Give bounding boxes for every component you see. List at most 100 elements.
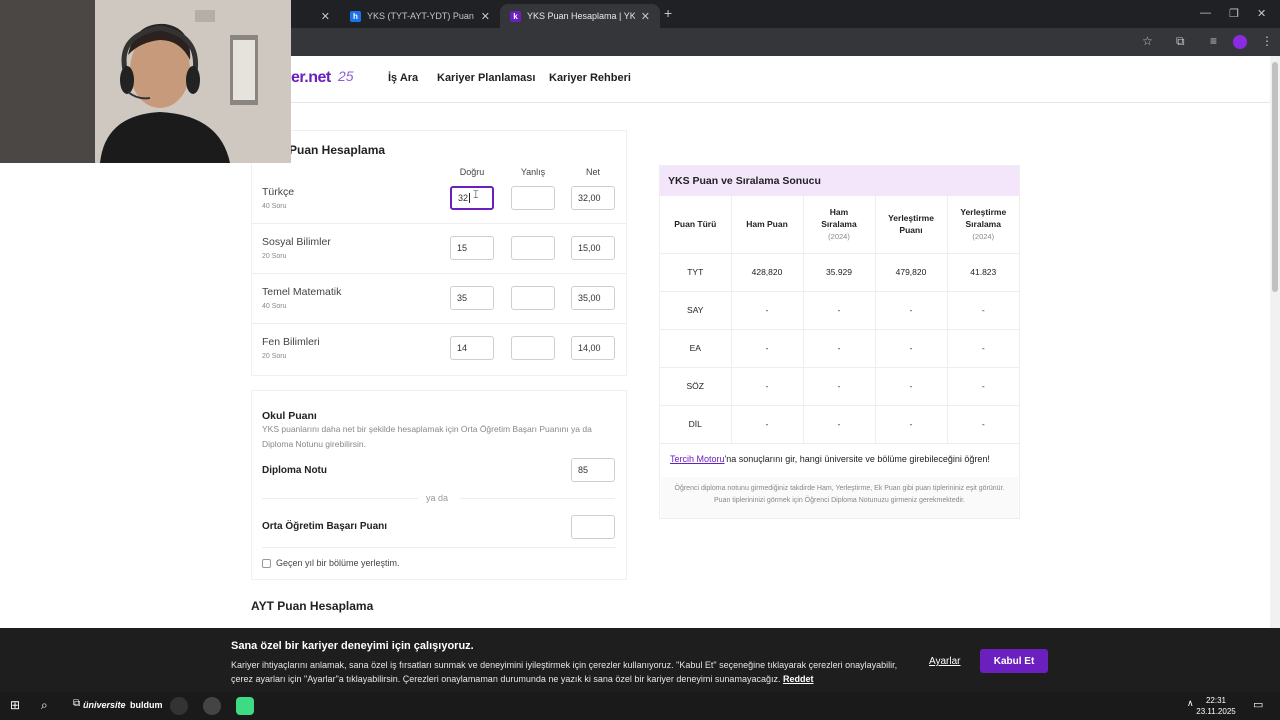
divider (262, 547, 616, 548)
bookmark-star-icon[interactable]: ☆ (1142, 34, 1153, 48)
maximize-icon[interactable]: ❐ (1229, 7, 1239, 20)
okul-description: YKS puanlarını daha net bir şekilde hesa… (262, 424, 592, 449)
placed-last-year-checkbox[interactable] (262, 559, 271, 568)
close-window-icon[interactable]: ✕ (1257, 7, 1266, 20)
clock-time: 22:31 (1205, 696, 1227, 705)
tray-chevron-icon[interactable]: ∧ (1187, 698, 1194, 709)
header-year: (2024) (972, 231, 995, 241)
result-card: YKS Puan ve Sıralama Sonucu Puan Türü Ha… (659, 165, 1020, 519)
subject-name: Temel Matematik (262, 286, 342, 298)
yanlis-input[interactable] (511, 186, 555, 210)
yanlis-input[interactable] (511, 236, 555, 260)
extensions-icon[interactable]: ⧉ (1176, 34, 1185, 49)
taskbar-clock[interactable]: 22:31 23.11.2025 (1196, 695, 1236, 717)
nav-kariyer-planlamasi[interactable]: Kariyer Planlaması (437, 72, 535, 84)
result-row: DİL - - - - (660, 405, 1019, 444)
browser-menu-icon[interactable]: ⋮ (1261, 34, 1273, 48)
okul-title: Okul Puanı (262, 410, 317, 422)
result-cell: SÖZ (660, 367, 732, 406)
result-col-header: Ham Sıralama (2024) (803, 196, 876, 254)
tercih-motoru-link[interactable]: Tercih Motoru (670, 454, 725, 464)
result-col-header: Yerleştirme Puanı (875, 196, 948, 254)
obp-input[interactable] (571, 515, 615, 539)
subject-questions: 40 Soru (262, 203, 287, 210)
scrollbar-thumb[interactable] (1272, 62, 1278, 292)
browser-tab-active[interactable]: k YKS Puan Hesaplama | YKS (TY ✕ (500, 4, 660, 28)
result-cell: 479,820 (875, 253, 948, 292)
checkbox-label: Geçen yıl bir bölüme yerleştim. (276, 558, 400, 568)
ibeam-cursor-icon: 𝙸 (472, 189, 480, 201)
clock-date: 23.11.2025 (1196, 707, 1236, 716)
close-tab-icon[interactable]: ✕ (641, 10, 650, 23)
browser-tab[interactable]: h YKS (TYT-AYT-YDT) Puan Hesap ✕ (340, 4, 500, 28)
result-row: EA - - - - (660, 329, 1019, 368)
close-tab-icon[interactable]: ✕ (481, 10, 490, 23)
notification-icon[interactable]: ▭ (1253, 698, 1263, 711)
obp-label: Orta Öğretim Başarı Puanı (262, 521, 388, 532)
result-cell: EA (660, 329, 732, 368)
close-tab-icon[interactable]: ✕ (321, 10, 330, 23)
net-output: 14,00 (571, 336, 615, 360)
result-cell: - (875, 291, 948, 330)
result-cell: - (803, 367, 876, 406)
net-output: 35,00 (571, 286, 615, 310)
tab-title: YKS (TYT-AYT-YDT) Puan Hesap (367, 11, 475, 21)
subject-row: Türkçe 40 Soru 32 𝙸 32,00 (251, 174, 627, 224)
webcam-person-image (0, 0, 291, 163)
webcam-overlay (0, 0, 291, 163)
result-cell: - (875, 367, 948, 406)
result-row: SÖZ - - - - (660, 367, 1019, 406)
app-icon[interactable] (170, 697, 188, 715)
result-cell: - (875, 405, 948, 444)
media-icon[interactable]: ≡ (1210, 34, 1217, 48)
app-icon[interactable] (236, 697, 254, 715)
dogru-value: 32 (458, 193, 469, 203)
tercih-note: Tercih Motoru'na sonuçlarını gir, hangi … (670, 454, 990, 464)
windows-start-icon[interactable]: ⊞ (10, 698, 20, 712)
search-icon[interactable]: ⌕ (41, 698, 48, 713)
dogru-input[interactable]: 14 (450, 336, 494, 360)
cookie-settings-link[interactable]: Ayarlar (929, 656, 961, 667)
tab-title: YKS Puan Hesaplama | YKS (TY (527, 11, 635, 21)
header-label: Puan Türü (674, 219, 717, 230)
tab-favicon-icon: k (510, 10, 521, 22)
overlay-text: üniversite (83, 700, 126, 710)
task-view-icon[interactable]: ⧉ (73, 698, 80, 709)
profile-avatar-icon[interactable] (1233, 35, 1247, 49)
nav-is-ara[interactable]: İş Ara (388, 72, 418, 84)
cookie-accept-button[interactable]: Kabul Et (980, 649, 1048, 673)
result-cell: - (947, 291, 1019, 330)
nav-kariyer-rehberi[interactable]: Kariyer Rehberi (549, 72, 631, 84)
site-logo[interactable]: er.net (291, 69, 331, 87)
header-label: Ham Puan (746, 219, 788, 230)
result-cell: - (803, 291, 876, 330)
browser-tab[interactable]: ✕ (290, 4, 340, 28)
header-label: Yerleştirme Sıralama (960, 206, 1007, 229)
yanlis-input[interactable] (511, 286, 555, 310)
divider (262, 498, 418, 499)
tercih-note-text: 'na sonuçlarını gir, hangi üniversite ve… (724, 454, 990, 464)
subject-row: Temel Matematik 40 Soru 35 35,00 (251, 274, 627, 324)
cookie-reject-link[interactable]: Reddet (783, 674, 814, 684)
overlay-text: buldum (130, 700, 163, 710)
dogru-input[interactable]: 15 (450, 236, 494, 260)
diploma-input[interactable]: 85 (571, 458, 615, 482)
diploma-label: Diploma Notu (262, 465, 327, 476)
new-tab-icon[interactable]: + (664, 5, 672, 21)
result-col-header: Yerleştirme Sıralama (2024) (947, 196, 1019, 254)
result-header-row: Puan Türü Ham Puan Ham Sıralama (2024) Ye… (660, 196, 1019, 254)
result-cell: - (731, 405, 804, 444)
result-cell: - (947, 329, 1019, 368)
tab-favicon-icon: h (350, 10, 361, 22)
anniversary-badge: 25 (338, 68, 354, 84)
dogru-input[interactable]: 35 (450, 286, 494, 310)
text-caret (469, 193, 471, 203)
yanlis-input[interactable] (511, 336, 555, 360)
cookie-banner: Sana özel bir kariyer deneyimi için çalı… (0, 628, 1280, 692)
header-label: Ham Sıralama (821, 206, 857, 229)
page-scrollbar[interactable] (1270, 56, 1280, 628)
minimize-icon[interactable]: — (1200, 7, 1211, 19)
result-col-header: Puan Türü (660, 196, 732, 254)
app-icon[interactable] (203, 697, 221, 715)
header-year: (2024) (828, 231, 850, 241)
